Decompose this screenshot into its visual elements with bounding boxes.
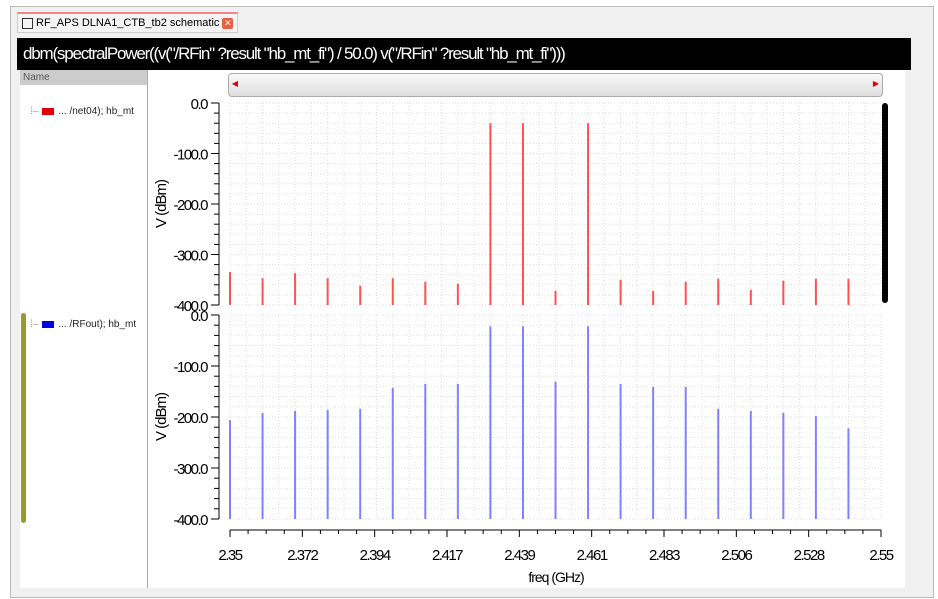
x-tick-label: 2.506 xyxy=(721,547,752,564)
spectrum-chart: 0.0 -100.0 -200.0 -300.0 -400.0 V (dBm) 0.0 -10… xyxy=(153,96,895,585)
y-tick-label: -300.0 xyxy=(173,461,208,478)
x-tick-label: 2.528 xyxy=(794,547,825,564)
y-tick-label: -200.0 xyxy=(173,410,208,427)
x-tick-label: 2.55 xyxy=(869,547,893,564)
x-axis-label: freq (GHz) xyxy=(528,569,584,585)
y-tick-label: -100.0 xyxy=(173,147,208,164)
x-tick-label: 2.372 xyxy=(287,547,318,564)
y-tick-label: -200.0 xyxy=(173,197,208,214)
x-tick-label: 2.394 xyxy=(360,547,391,564)
x-tick-label: 2.417 xyxy=(432,547,463,564)
x-tick-label: 2.439 xyxy=(504,547,535,564)
y-axis-label: V (dBm) xyxy=(153,179,170,228)
y-tick-label: -100.0 xyxy=(173,359,208,376)
x-tick-label: 2.461 xyxy=(577,547,608,564)
x-tick-label: 2.483 xyxy=(649,547,680,564)
x-tick-label: 2.35 xyxy=(218,547,242,564)
y-tick-label: 0.0 xyxy=(191,308,209,325)
y-tick-label: -400.0 xyxy=(173,512,208,529)
y-tick-label: 0.0 xyxy=(191,96,209,113)
y-axis-label: V (dBm) xyxy=(153,392,170,441)
y-tick-label: -300.0 xyxy=(173,248,208,265)
